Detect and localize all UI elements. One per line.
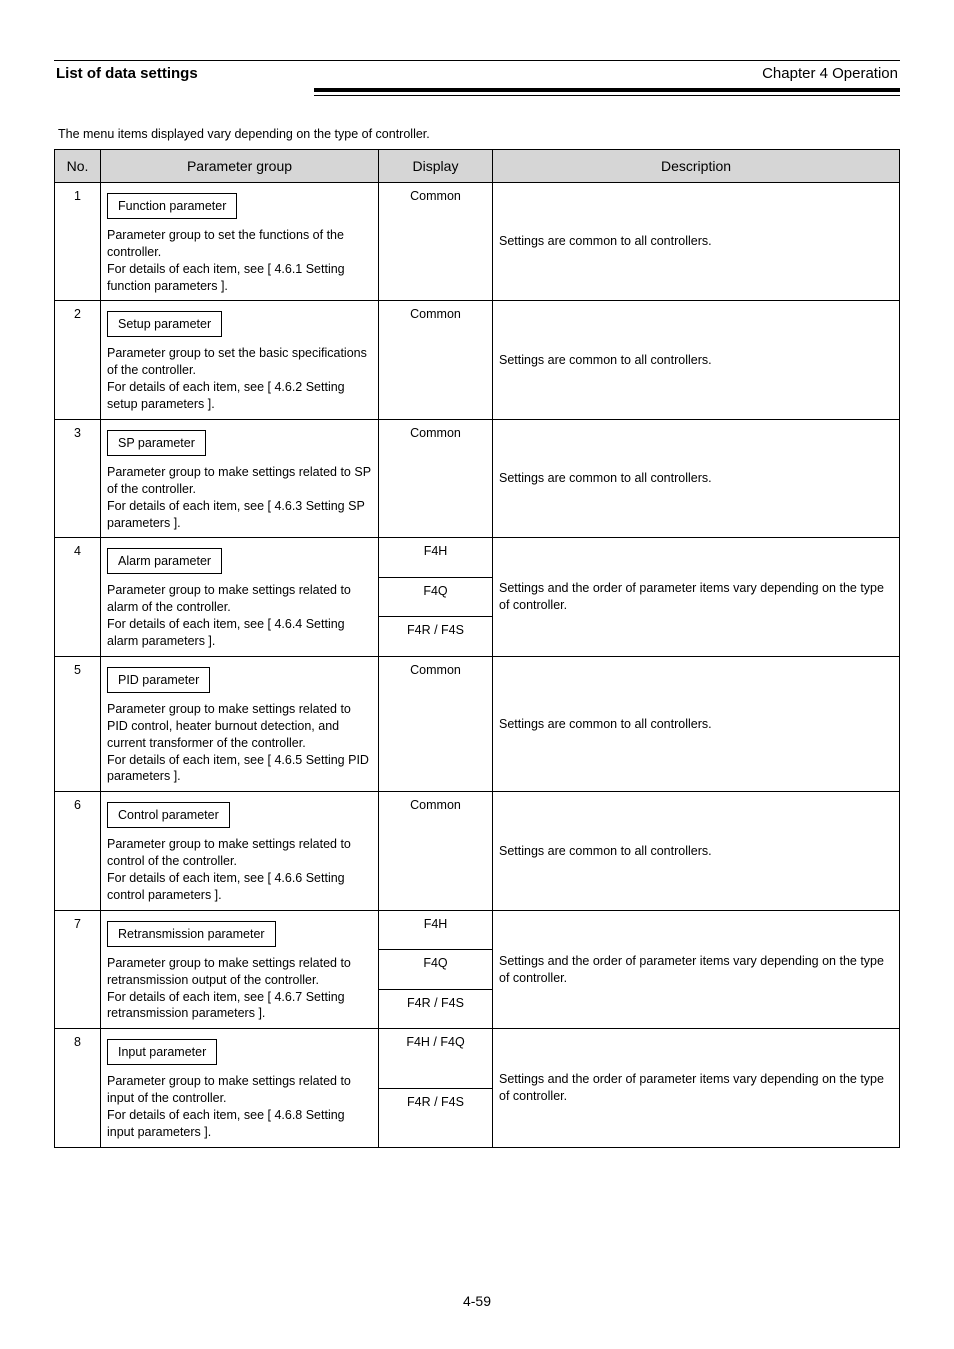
row-display: F4Q bbox=[379, 950, 493, 990]
col-desc: Description bbox=[493, 149, 900, 182]
row-line1: Parameter group to make settings related… bbox=[107, 955, 372, 989]
row-line2: For details of each item, see [ 4.6.2 Se… bbox=[107, 379, 372, 413]
row-display: F4Q bbox=[379, 577, 493, 617]
row-display: F4R / F4S bbox=[379, 1088, 493, 1147]
row-display: F4H bbox=[379, 538, 493, 578]
row-line1: Parameter group to make settings related… bbox=[107, 464, 372, 498]
row-group: Alarm parameter Parameter group to make … bbox=[101, 538, 379, 657]
table-row: 5 PID parameter Parameter group to make … bbox=[55, 656, 900, 791]
table-row: 1 Function parameter Parameter group to … bbox=[55, 182, 900, 301]
row-num: 5 bbox=[55, 656, 101, 791]
row-group: Retransmission parameter Parameter group… bbox=[101, 910, 379, 1029]
row-group: Function parameter Parameter group to se… bbox=[101, 182, 379, 301]
row-num: 7 bbox=[55, 910, 101, 1029]
param-button[interactable]: Function parameter bbox=[107, 193, 237, 219]
param-button[interactable]: Setup parameter bbox=[107, 311, 222, 337]
row-desc: Settings are common to all controllers. bbox=[493, 792, 900, 911]
row-desc: Settings are common to all controllers. bbox=[493, 419, 900, 538]
row-display: F4H bbox=[379, 910, 493, 950]
row-line2: For details of each item, see [ 4.6.3 Se… bbox=[107, 498, 372, 532]
row-display: Common bbox=[379, 419, 493, 538]
param-button[interactable]: Control parameter bbox=[107, 802, 230, 828]
intro-text: The menu items displayed vary depending … bbox=[58, 126, 900, 143]
row-desc: Settings are common to all controllers. bbox=[493, 182, 900, 301]
row-line2: For details of each item, see [ 4.6.8 Se… bbox=[107, 1107, 372, 1141]
row-desc: Settings and the order of parameter item… bbox=[493, 1029, 900, 1148]
row-group: PID parameter Parameter group to make se… bbox=[101, 656, 379, 791]
header-right: Chapter 4 Operation bbox=[762, 65, 898, 82]
row-display: Common bbox=[379, 792, 493, 911]
row-num: 3 bbox=[55, 419, 101, 538]
row-line2: For details of each item, see [ 4.6.5 Se… bbox=[107, 752, 372, 786]
row-display: F4R / F4S bbox=[379, 617, 493, 657]
table-row: 3 SP parameter Parameter group to make s… bbox=[55, 419, 900, 538]
table-row: 6 Control parameter Parameter group to m… bbox=[55, 792, 900, 911]
page-number: 4-59 bbox=[0, 1293, 954, 1309]
page-header: List of data settings Chapter 4 Operatio… bbox=[54, 61, 900, 88]
row-line1: Parameter group to make settings related… bbox=[107, 582, 372, 616]
row-line1: Parameter group to set the functions of … bbox=[107, 227, 372, 261]
row-num: 6 bbox=[55, 792, 101, 911]
col-no: No. bbox=[55, 149, 101, 182]
row-desc: Settings are common to all controllers. bbox=[493, 656, 900, 791]
parameters-table: No. Parameter group Display Description … bbox=[54, 149, 900, 1148]
col-display: Display bbox=[379, 149, 493, 182]
col-group: Parameter group bbox=[101, 149, 379, 182]
row-group: Setup parameter Parameter group to set t… bbox=[101, 301, 379, 420]
row-line2: For details of each item, see [ 4.6.7 Se… bbox=[107, 989, 372, 1023]
table-row: 7 Retransmission parameter Parameter gro… bbox=[55, 910, 900, 950]
row-num: 1 bbox=[55, 182, 101, 301]
param-button[interactable]: SP parameter bbox=[107, 430, 206, 456]
table-row: 4 Alarm parameter Parameter group to mak… bbox=[55, 538, 900, 578]
row-num: 4 bbox=[55, 538, 101, 657]
row-line2: For details of each item, see [ 4.6.6 Se… bbox=[107, 870, 372, 904]
row-line2: For details of each item, see [ 4.6.4 Se… bbox=[107, 616, 372, 650]
row-desc: Settings and the order of parameter item… bbox=[493, 910, 900, 1029]
row-display: Common bbox=[379, 301, 493, 420]
header-rule bbox=[314, 88, 900, 96]
row-display: F4R / F4S bbox=[379, 989, 493, 1029]
row-line1: Parameter group to make settings related… bbox=[107, 836, 372, 870]
param-button[interactable]: Alarm parameter bbox=[107, 548, 222, 574]
row-display: Common bbox=[379, 182, 493, 301]
table-row: 8 Input parameter Parameter group to mak… bbox=[55, 1029, 900, 1088]
table-row: 2 Setup parameter Parameter group to set… bbox=[55, 301, 900, 420]
header-left: List of data settings bbox=[56, 65, 198, 82]
param-button[interactable]: Input parameter bbox=[107, 1039, 217, 1065]
param-button[interactable]: Retransmission parameter bbox=[107, 921, 276, 947]
row-line1: Parameter group to set the basic specifi… bbox=[107, 345, 372, 379]
row-group: Control parameter Parameter group to mak… bbox=[101, 792, 379, 911]
row-desc: Settings and the order of parameter item… bbox=[493, 538, 900, 657]
row-line1: Parameter group to make settings related… bbox=[107, 1073, 372, 1107]
row-group: SP parameter Parameter group to make set… bbox=[101, 419, 379, 538]
row-num: 8 bbox=[55, 1029, 101, 1148]
param-button[interactable]: PID parameter bbox=[107, 667, 210, 693]
row-line1: Parameter group to make settings related… bbox=[107, 701, 372, 752]
row-num: 2 bbox=[55, 301, 101, 420]
row-group: Input parameter Parameter group to make … bbox=[101, 1029, 379, 1148]
row-display: F4H / F4Q bbox=[379, 1029, 493, 1088]
row-line2: For details of each item, see [ 4.6.1 Se… bbox=[107, 261, 372, 295]
row-display: Common bbox=[379, 656, 493, 791]
table-body: 1 Function parameter Parameter group to … bbox=[55, 182, 900, 1147]
row-desc: Settings are common to all controllers. bbox=[493, 301, 900, 420]
